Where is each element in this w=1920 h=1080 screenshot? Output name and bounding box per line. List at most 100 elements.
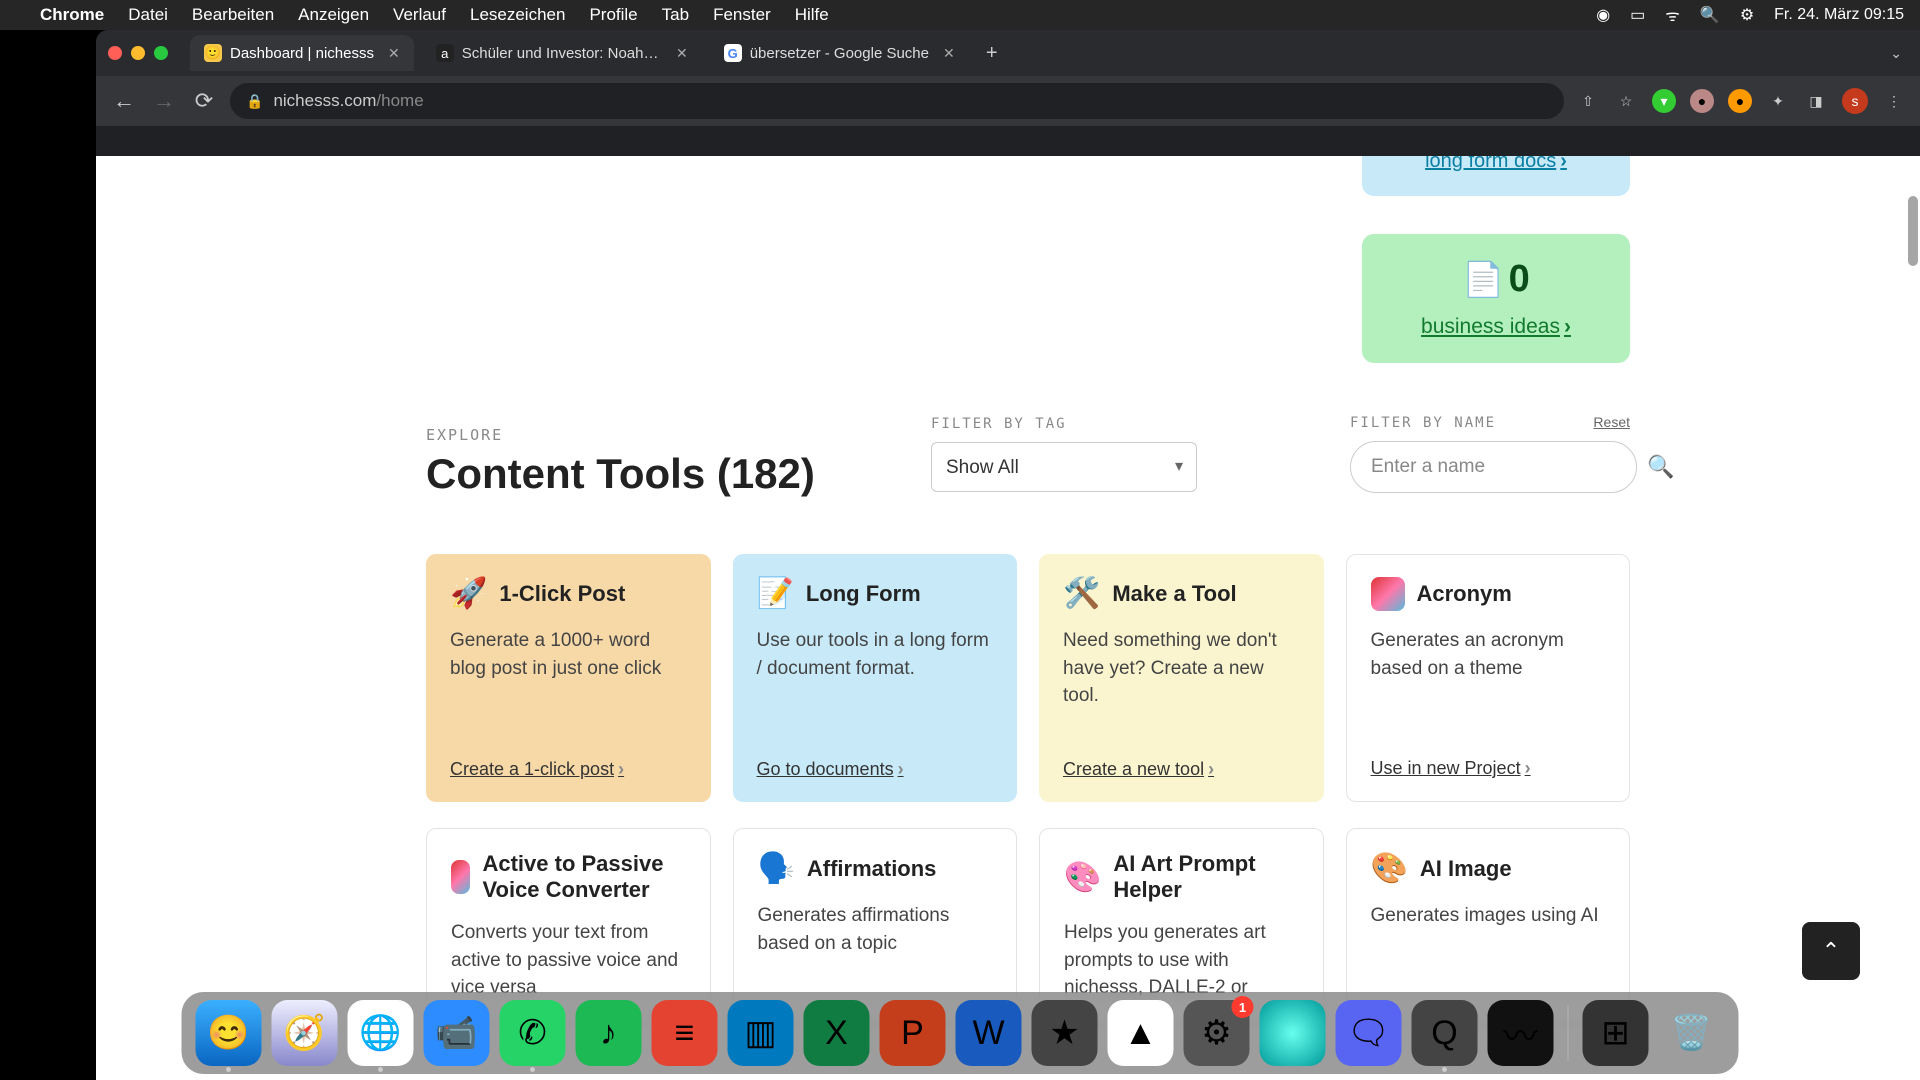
dock-app-drive[interactable]: ▲: [1108, 1000, 1174, 1066]
dock-separator: [1568, 1005, 1569, 1061]
close-window-button[interactable]: [108, 46, 122, 60]
bookmark-icon[interactable]: ☆: [1614, 89, 1638, 113]
menubar-clock[interactable]: Fr. 24. März 09:15: [1774, 6, 1904, 24]
palette-icon: 🎨: [1371, 851, 1408, 886]
maximize-window-button[interactable]: [154, 46, 168, 60]
favicon-icon: a: [436, 44, 454, 62]
tool-desc: Need something we don't have yet? Create…: [1063, 627, 1300, 741]
minimize-window-button[interactable]: [131, 46, 145, 60]
tab-dashboard[interactable]: 🙂 Dashboard | nichesss ✕: [190, 35, 414, 71]
tools-icon: 🛠️: [1063, 576, 1100, 611]
side-panel-icon[interactable]: ◨: [1804, 89, 1828, 113]
dock-app-whatsapp[interactable]: ✆: [500, 1000, 566, 1066]
filter-by-tag: FILTER BY TAG Show All: [931, 416, 1197, 492]
dock-app-spotify[interactable]: ♪: [576, 1000, 642, 1066]
ideas-count: 📄0: [1382, 258, 1610, 301]
chrome-toolbar: ← → ⟳ 🔒 nichesss.com/home ⇧ ☆ ▾ ● ● ✦ ◨ …: [96, 76, 1920, 126]
dock-app-safari[interactable]: 🧭: [272, 1000, 338, 1066]
control-center-icon[interactable]: ⚙: [1740, 5, 1754, 25]
scroll-to-top-button[interactable]: ⌃: [1802, 922, 1860, 980]
dock-app-excel[interactable]: X: [804, 1000, 870, 1066]
dock-app-powerpoint[interactable]: P: [880, 1000, 946, 1066]
dock-app-quicktime[interactable]: Q: [1412, 1000, 1478, 1066]
scrollbar-thumb[interactable]: [1908, 196, 1918, 266]
tab-title: Dashboard | nichesss: [230, 45, 374, 62]
dock-app-launchpad[interactable]: ⊞: [1583, 1000, 1649, 1066]
menu-anzeigen[interactable]: Anzeigen: [298, 5, 369, 25]
tool-make-a-tool[interactable]: 🛠️Make a Tool Need something we don't ha…: [1039, 554, 1324, 802]
tool-title: 1-Click Post: [499, 581, 625, 607]
macos-dock: 😊🧭🌐📹✆♪≡▥XPW★▲⚙1 🗨Q〰 ⊞🗑️: [182, 992, 1739, 1074]
dock-app-chrome[interactable]: 🌐: [348, 1000, 414, 1066]
chrome-tabstrip: 🙂 Dashboard | nichesss ✕ a Schüler und I…: [96, 30, 1920, 76]
tab-amazon[interactable]: a Schüler und Investor: Noah au ✕: [422, 35, 702, 71]
tab-title: Schüler und Investor: Noah au: [462, 45, 662, 62]
dock-app-finder[interactable]: 😊: [196, 1000, 262, 1066]
menu-fenster[interactable]: Fenster: [713, 5, 771, 25]
tab-title: übersetzer - Google Suche: [750, 45, 929, 62]
reload-button[interactable]: ⟳: [190, 88, 218, 114]
tool-title: AI Art Prompt Helper: [1113, 851, 1298, 903]
tab-dropdown-icon[interactable]: ⌄: [1890, 45, 1902, 62]
filter-name-input[interactable]: [1350, 441, 1637, 493]
menu-hilfe[interactable]: Hilfe: [795, 5, 829, 25]
close-tab-icon[interactable]: ✕: [943, 45, 955, 62]
forward-button[interactable]: →: [150, 88, 178, 114]
screenrecord-icon[interactable]: ◉: [1596, 5, 1610, 25]
address-bar[interactable]: 🔒 nichesss.com/home: [230, 83, 1564, 119]
menu-verlauf[interactable]: Verlauf: [393, 5, 446, 25]
menu-datei[interactable]: Datei: [128, 5, 168, 25]
favicon-icon: 🙂: [204, 44, 222, 62]
menu-bearbeiten[interactable]: Bearbeiten: [192, 5, 274, 25]
tab-google[interactable]: G übersetzer - Google Suche ✕: [710, 35, 969, 71]
spotlight-icon[interactable]: 🔍: [1700, 5, 1720, 25]
tool-desc: Generates an acronym based on a theme: [1371, 627, 1606, 740]
long-form-docs-link[interactable]: long form docs›: [1425, 156, 1567, 173]
tool-cta-link[interactable]: Create a new tool›: [1063, 759, 1300, 780]
extensions-puzzle-icon[interactable]: ✦: [1766, 89, 1790, 113]
dock-app-imovie[interactable]: ★: [1032, 1000, 1098, 1066]
dock-app-trash[interactable]: 🗑️: [1659, 1000, 1725, 1066]
menu-profile[interactable]: Profile: [589, 5, 637, 25]
battery-icon[interactable]: ▭: [1630, 5, 1645, 25]
back-button[interactable]: ←: [110, 88, 138, 114]
menu-tab[interactable]: Tab: [662, 5, 689, 25]
extension-dot-icon[interactable]: ●: [1690, 89, 1714, 113]
tool-cta-link[interactable]: Go to documents›: [757, 759, 994, 780]
new-tab-button[interactable]: +: [977, 38, 1007, 68]
extension-shield-icon[interactable]: ▾: [1652, 89, 1676, 113]
search-icon[interactable]: 🔍: [1647, 454, 1674, 480]
share-icon[interactable]: ⇧: [1576, 89, 1600, 113]
tools-grid-row1: 🚀1-Click Post Generate a 1000+ word blog…: [426, 554, 1630, 802]
dock-app-trello[interactable]: ▥: [728, 1000, 794, 1066]
reset-filter-link[interactable]: Reset: [1593, 414, 1630, 430]
dock-app-settings[interactable]: ⚙1: [1184, 1000, 1250, 1066]
close-tab-icon[interactable]: ✕: [388, 45, 400, 62]
window-controls: [108, 46, 168, 60]
profile-avatar[interactable]: s: [1842, 88, 1868, 114]
tool-long-form[interactable]: 📝Long Form Use our tools in a long form …: [733, 554, 1018, 802]
dock-app-siri[interactable]: [1260, 1000, 1326, 1066]
tool-cta-link[interactable]: Create a 1-click post›: [450, 759, 687, 780]
filter-tag-select[interactable]: Show All: [931, 442, 1197, 492]
dock-app-voice[interactable]: 〰: [1488, 1000, 1554, 1066]
lock-icon: 🔒: [246, 93, 263, 110]
chrome-menu-icon[interactable]: ⋮: [1882, 89, 1906, 113]
business-ideas-link[interactable]: business ideas›: [1421, 315, 1571, 339]
tool-1-click-post[interactable]: 🚀1-Click Post Generate a 1000+ word blog…: [426, 554, 711, 802]
card-business-ideas[interactable]: 📄0 business ideas›: [1362, 234, 1630, 363]
wifi-icon[interactable]: ᯤ: [1665, 4, 1680, 26]
card-long-form-docs[interactable]: long form docs›: [1362, 156, 1630, 196]
close-tab-icon[interactable]: ✕: [676, 45, 688, 62]
dock-app-todoist[interactable]: ≡: [652, 1000, 718, 1066]
swatch-icon: [1371, 577, 1405, 611]
tool-cta-link[interactable]: Use in new Project›: [1371, 758, 1606, 779]
menu-lesezeichen[interactable]: Lesezeichen: [470, 5, 565, 25]
rocket-icon: 🚀: [450, 576, 487, 611]
dock-app-zoom[interactable]: 📹: [424, 1000, 490, 1066]
dock-app-word[interactable]: W: [956, 1000, 1022, 1066]
tool-acronym[interactable]: Acronym Generates an acronym based on a …: [1346, 554, 1631, 802]
dock-app-discord[interactable]: 🗨: [1336, 1000, 1402, 1066]
extension-orange-icon[interactable]: ●: [1728, 89, 1752, 113]
menubar-app-name[interactable]: Chrome: [40, 5, 104, 25]
